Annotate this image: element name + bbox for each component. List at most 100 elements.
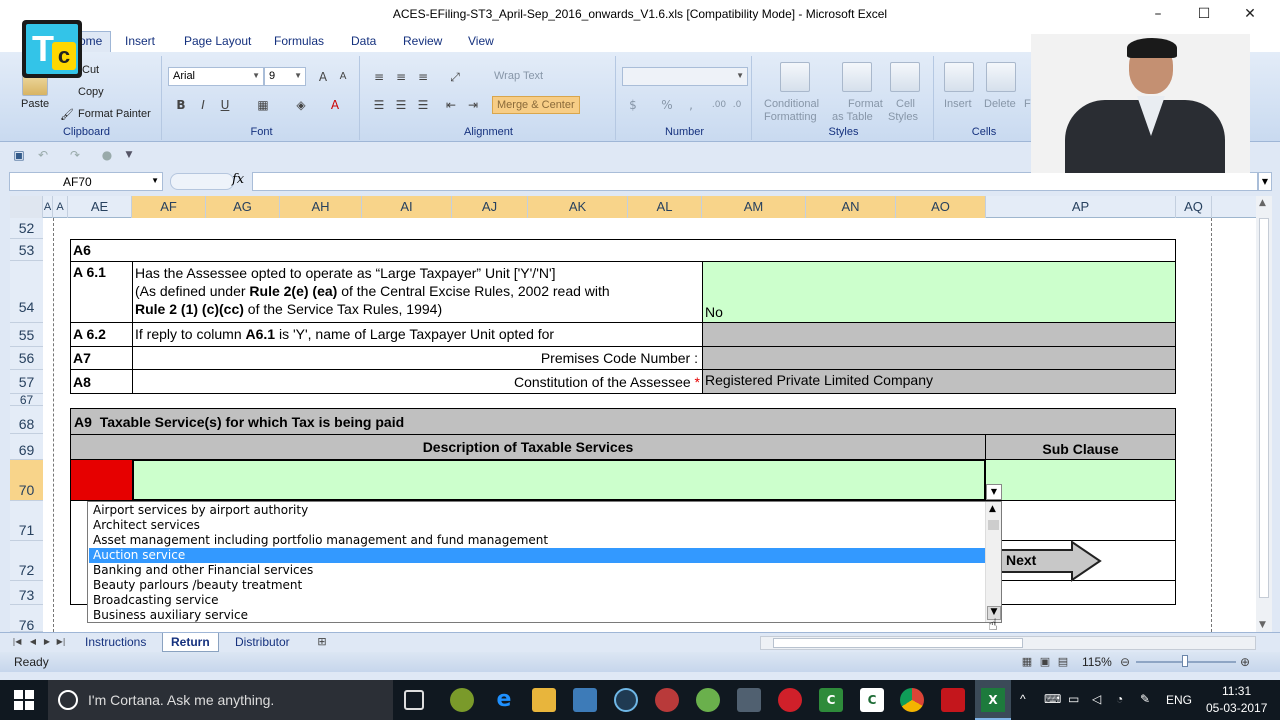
speaker-icon[interactable]: ◁ [1092,692,1101,706]
camtasia-recorder-icon[interactable]: C [860,688,884,712]
dropdown-scrollbar[interactable]: ▲ ▼ [985,502,1001,622]
row-header-76[interactable]: 76 [10,605,43,633]
delete-cells-button[interactable]: Delete [984,98,1016,110]
shrink-font-icon[interactable]: A [334,68,352,86]
underline-button[interactable]: U [216,96,234,114]
windows-start-icon[interactable] [14,690,34,710]
list-item[interactable]: Architect services [89,518,985,533]
bold-button[interactable]: B [172,96,190,114]
expand-formula-icon[interactable]: ▼ [1258,172,1272,191]
italic-button[interactable]: I [194,96,212,114]
formatting-label[interactable]: Formatting [764,111,817,123]
save-icon[interactable]: ▣ [10,146,28,164]
row-header-53[interactable]: 53 [10,239,43,261]
file-explorer-icon[interactable] [532,688,556,712]
cortana-search[interactable]: I'm Cortana. Ask me anything. [48,680,393,720]
column-header-ak[interactable]: AK [528,196,628,218]
app-icon[interactable] [614,688,638,712]
tab-review[interactable]: Review [403,34,442,48]
decrease-decimal-icon[interactable]: .0 [728,96,746,114]
horizontal-scrollbar[interactable] [760,636,1256,650]
wifi-icon[interactable]: ◔ [1116,692,1123,706]
list-item[interactable]: Broadcasting service [89,593,985,608]
green-app-icon[interactable] [696,688,720,712]
clock-time[interactable]: 11:31 [1222,684,1251,698]
excel-taskbar-button[interactable]: X [975,680,1011,720]
font-name-select[interactable]: Arial ▼ [168,67,264,86]
paste-button[interactable]: Paste [21,98,49,110]
dropdown-arrow-icon[interactable]: ▼ [986,484,1002,500]
a9-heading[interactable]: A9 Taxable Service(s) for which Tax is b… [70,408,1176,435]
row-header-70[interactable]: 70 [10,460,43,501]
grow-font-icon[interactable]: A [314,68,332,86]
align-top-icon[interactable]: ≡ [370,68,388,86]
column-header-an[interactable]: AN [806,196,896,218]
redo-icon[interactable]: ↷ [66,146,84,164]
percent-button[interactable]: % [658,96,676,114]
column-header-ah[interactable]: AH [280,196,362,218]
format-painter-button[interactable]: Format Painter [78,108,151,120]
row-header-73[interactable]: 73 [10,581,43,605]
row71-right-cell[interactable] [985,500,1176,541]
format-cells-button[interactable]: F [1024,98,1031,110]
copy-button[interactable]: Copy [78,86,104,98]
merge-center-button[interactable]: Merge & Center [492,96,580,114]
next-button[interactable]: Next [998,540,1102,582]
font-color-icon[interactable]: A [326,96,344,114]
column-header-al[interactable]: AL [628,196,702,218]
row-header-72[interactable]: 72 [10,541,43,581]
row70-red-cell[interactable] [70,459,133,501]
currency-icon[interactable]: $ [624,96,642,114]
tab-view[interactable]: View [468,34,494,48]
minimize-button[interactable]: – [1135,0,1181,30]
format-label[interactable]: Format [848,98,883,110]
task-view-icon[interactable] [404,690,424,710]
cell-label[interactable]: Cell [896,98,915,110]
a7-description[interactable]: Premises Code Number : [132,346,703,370]
fill-color-icon[interactable]: ◈ [292,96,310,114]
column-header-ao[interactable]: AO [896,196,986,218]
align-center-icon[interactable]: ☰ [392,96,410,114]
subclause-header[interactable]: Sub Clause [985,434,1176,460]
normal-view-icon[interactable]: ▦ [1018,653,1036,671]
formula-input[interactable] [252,172,1258,191]
a61-value[interactable]: No [702,261,1176,323]
fx-icon[interactable]: fx [232,172,244,187]
a6-heading[interactable]: A6 [70,239,1176,262]
taxable-service-input[interactable] [132,459,986,501]
row-header-71[interactable]: 71 [10,501,43,541]
list-item-selected[interactable]: Auction service [89,548,985,563]
increase-indent-icon[interactable]: ⇥ [464,96,482,114]
row-header-67[interactable]: 67 [10,394,43,406]
column-header-aj[interactable]: AJ [452,196,528,218]
borders-icon[interactable]: ▦ [254,96,272,114]
comma-button[interactable]: , [682,96,700,114]
a61-description[interactable]: Has the Assessee opted to operate as “La… [132,261,703,323]
row-header-54[interactable]: 54 [10,261,43,323]
keyboard-icon[interactable]: ⌨ [1044,692,1061,706]
list-item[interactable]: Banking and other Financial services [89,563,985,578]
scroll-up-icon[interactable]: ▲ [989,504,996,514]
list-item[interactable]: Beauty parlours /beauty treatment [89,578,985,593]
description-header[interactable]: Description of Taxable Services [70,434,986,460]
increase-decimal-icon[interactable]: .00 [710,96,728,114]
zoom-out-icon[interactable]: ⊖ [1116,653,1134,671]
acrobat-icon[interactable] [941,688,965,712]
row-header-52[interactable]: 52 [10,218,43,239]
a62-value[interactable] [702,322,1176,347]
scroll-up-icon[interactable]: ▲ [1259,198,1266,208]
a62-description[interactable]: If reply to column A6.1 is 'Y', name of … [132,322,703,347]
a8-description[interactable]: Constitution of the Assessee * [132,369,703,394]
last-sheet-icon[interactable]: ▶| [52,633,70,651]
name-box[interactable]: AF70 ▼ [9,172,163,191]
as-table-label[interactable]: as Table [832,111,873,123]
language-indicator[interactable]: ENG [1166,693,1192,707]
a62-label[interactable]: A 6.2 [70,322,133,347]
wrap-text-button[interactable]: Wrap Text [494,70,543,82]
scroll-down-icon[interactable]: ▼ [1259,620,1266,630]
page-layout-view-icon[interactable]: ▣ [1036,653,1054,671]
customize-qat-icon[interactable]: ▼ [120,146,138,164]
tab-page-layout[interactable]: Page Layout [184,34,251,48]
data-validation-dropdown[interactable]: Airport services by airport authority Ar… [87,501,1002,623]
scroll-thumb[interactable] [988,520,999,530]
